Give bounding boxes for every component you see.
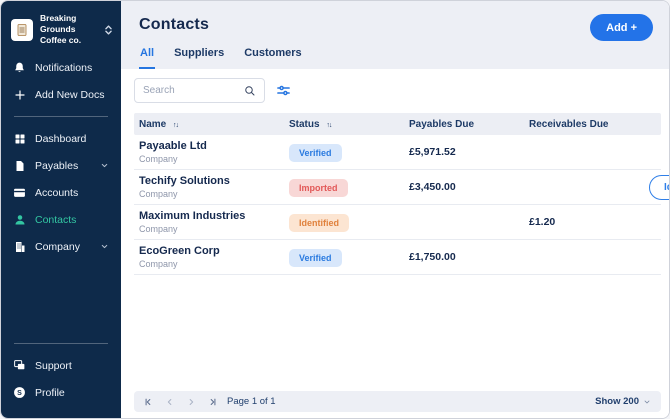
contact-type: Company (139, 224, 178, 234)
payables-due-value: £3,450.00 (409, 181, 456, 193)
org-switcher[interactable]: Breaking Grounds Coffee co. (1, 11, 121, 54)
contact-name: Payaable Ltd (139, 140, 207, 152)
search-icon (244, 85, 256, 97)
add-button[interactable]: Add + (590, 14, 653, 41)
sidebar-item-notifications[interactable]: Notifications (1, 54, 121, 81)
search-row (134, 78, 661, 103)
dashboard-grid-icon (13, 132, 26, 145)
column-header-status[interactable]: Status ↑↓ (289, 119, 409, 130)
sidebar-item-label: Contacts (35, 213, 77, 226)
main-panel: Add + Contacts All Suppliers Customers S… (121, 1, 669, 418)
sidebar-item-label: Dashboard (35, 132, 87, 145)
app-window: Breaking Grounds Coffee co. Notification… (0, 0, 670, 419)
page-title: Contacts (139, 16, 210, 33)
sort-icon[interactable]: ↑↓ (173, 122, 179, 129)
contact-name: Maximum Industries (139, 210, 246, 222)
next-page-icon[interactable] (186, 397, 196, 407)
tab-customers[interactable]: Customers (243, 47, 302, 69)
sidebar-item-company[interactable]: Company (1, 233, 121, 260)
chat-icon (13, 359, 26, 372)
s-circle-icon: S (13, 386, 26, 399)
contact-type: Company (139, 154, 178, 164)
tab-suppliers[interactable]: Suppliers (173, 47, 225, 69)
identify-button[interactable]: Identify (649, 174, 669, 200)
table-row[interactable]: Maximum Industries Company Identified £1… (134, 205, 661, 240)
tab-bar: All Suppliers Customers (139, 47, 653, 69)
org-name: Breaking Grounds Coffee co. (40, 13, 82, 46)
sidebar-item-label: Profile (35, 386, 65, 399)
search-input[interactable] (143, 85, 244, 96)
sidebar-divider (14, 343, 108, 344)
status-badge: Verified (289, 248, 342, 267)
sidebar-item-label: Support (35, 359, 72, 372)
org-logo (11, 18, 33, 41)
chevron-down-icon (100, 242, 109, 251)
sidebar-divider (14, 116, 108, 118)
table-row[interactable]: EcoGreen Corp Company Verified £1,750.00 (134, 240, 661, 275)
table-row[interactable]: Payaable Ltd Company Verified £5,971.52 (134, 135, 661, 170)
sidebar-item-label: Add New Docs (35, 88, 105, 101)
status-badge: Imported (289, 178, 348, 197)
search-box (134, 78, 265, 103)
chevron-down-icon (100, 161, 109, 170)
status-badge: Verified (289, 143, 342, 162)
org-selector-icon (104, 24, 113, 36)
sidebar-item-label: Company (35, 240, 80, 253)
sidebar-item-label: Notifications (35, 61, 93, 74)
contact-name: Techify Solutions (139, 175, 230, 187)
building-icon (13, 240, 26, 253)
column-header-name[interactable]: Name ↑↓ (139, 119, 289, 130)
sidebar-item-support[interactable]: Support (1, 352, 121, 379)
document-icon (13, 159, 26, 172)
bell-icon (13, 61, 26, 74)
sidebar-item-label: Accounts (35, 186, 79, 199)
payables-due-value: £5,971.52 (409, 146, 456, 158)
show-count-select[interactable]: Show 200 (595, 396, 651, 407)
pagination-bar: Page 1 of 1 Show 200 (134, 391, 661, 412)
sidebar-item-contacts[interactable]: Contacts (1, 206, 121, 233)
chevron-down-icon (644, 400, 650, 403)
contact-type: Company (139, 259, 178, 269)
sidebar-item-dashboard[interactable]: Dashboard (1, 125, 121, 152)
content-area: Name ↑↓ Status ↑↓ Payables Due Receivabl… (121, 69, 669, 418)
sidebar-item-payables[interactable]: Payables (1, 152, 121, 179)
sidebar: Breaking Grounds Coffee co. Notification… (1, 1, 121, 418)
last-page-icon[interactable] (207, 397, 217, 407)
sort-icon[interactable]: ↑↓ (326, 122, 332, 129)
add-button-label: Add + (606, 21, 637, 34)
column-header-payables-due: Payables Due (409, 118, 475, 130)
sidebar-item-accounts[interactable]: Accounts (1, 179, 121, 206)
tab-all[interactable]: All (139, 47, 156, 69)
status-badge: Identified (289, 213, 349, 232)
contact-type: Company (139, 189, 178, 199)
page-header: Contacts All Suppliers Customers (121, 1, 669, 69)
filter-sliders-icon[interactable] (276, 83, 291, 98)
payables-due-value: £1,750.00 (409, 251, 456, 263)
column-header-receivables-due: Receivables Due (529, 118, 609, 130)
sidebar-item-profile[interactable]: S Profile (1, 379, 121, 406)
contact-name: EcoGreen Corp (139, 245, 220, 257)
sidebar-item-add-new-docs[interactable]: Add New Docs (1, 81, 121, 108)
prev-page-icon[interactable] (165, 397, 175, 407)
table-header: Name ↑↓ Status ↑↓ Payables Due Receivabl… (134, 113, 661, 135)
table-row[interactable]: Techify Solutions Company Imported £3,45… (134, 170, 669, 205)
plus-icon (13, 88, 26, 101)
receivables-due-value: £1.20 (529, 216, 556, 228)
svg-text:S: S (17, 390, 22, 397)
person-icon (13, 213, 26, 226)
first-page-icon[interactable] (144, 397, 154, 407)
page-indicator: Page 1 of 1 (227, 396, 276, 407)
wallet-icon (13, 186, 26, 199)
sidebar-item-label: Payables (35, 159, 79, 172)
